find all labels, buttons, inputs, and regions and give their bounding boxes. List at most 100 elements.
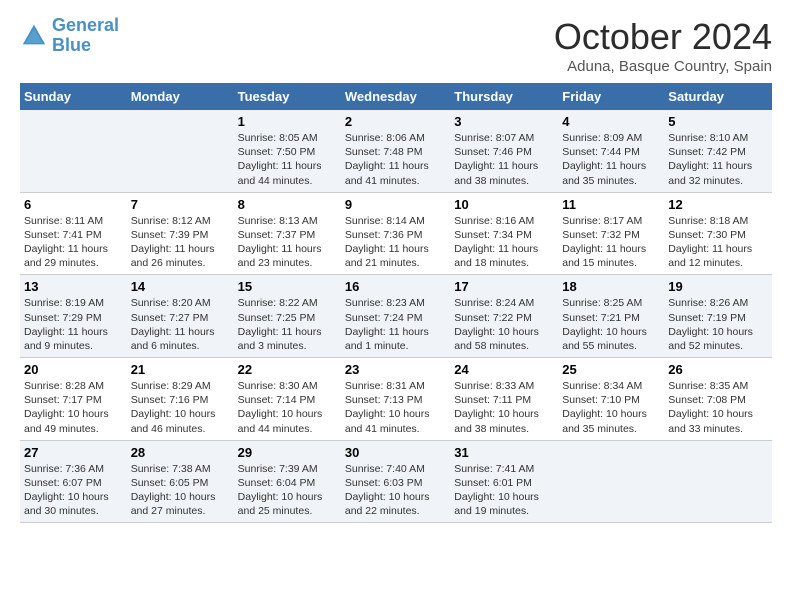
day-number: 5 xyxy=(668,114,768,129)
calendar-cell: 23 Sunrise: 8:31 AM Sunset: 7:13 PM Dayli… xyxy=(341,358,450,441)
cell-info: Sunrise: 8:12 AM Sunset: 7:39 PM Dayligh… xyxy=(131,214,230,271)
logo: General Blue xyxy=(20,16,119,56)
week-row-3: 13 Sunrise: 8:19 AM Sunset: 7:29 PM Dayli… xyxy=(20,275,772,358)
cell-info: Sunrise: 8:18 AM Sunset: 7:30 PM Dayligh… xyxy=(668,214,768,271)
day-number: 4 xyxy=(562,114,660,129)
calendar-cell: 31 Sunrise: 7:41 AM Sunset: 6:01 PM Dayli… xyxy=(450,440,558,523)
cell-info: Sunrise: 8:33 AM Sunset: 7:11 PM Dayligh… xyxy=(454,379,554,436)
day-header-thursday: Thursday xyxy=(450,83,558,110)
day-number: 13 xyxy=(24,279,123,294)
day-number: 8 xyxy=(238,197,337,212)
day-header-sunday: Sunday xyxy=(20,83,127,110)
day-number: 12 xyxy=(668,197,768,212)
calendar-cell: 10 Sunrise: 8:16 AM Sunset: 7:34 PM Dayli… xyxy=(450,192,558,275)
cell-info: Sunrise: 8:24 AM Sunset: 7:22 PM Dayligh… xyxy=(454,296,554,353)
calendar-cell: 17 Sunrise: 8:24 AM Sunset: 7:22 PM Dayli… xyxy=(450,275,558,358)
cell-info: Sunrise: 8:26 AM Sunset: 7:19 PM Dayligh… xyxy=(668,296,768,353)
cell-info: Sunrise: 8:19 AM Sunset: 7:29 PM Dayligh… xyxy=(24,296,123,353)
cell-info: Sunrise: 8:30 AM Sunset: 7:14 PM Dayligh… xyxy=(238,379,337,436)
calendar-cell: 21 Sunrise: 8:29 AM Sunset: 7:16 PM Dayli… xyxy=(127,358,234,441)
day-number: 26 xyxy=(668,362,768,377)
day-number: 29 xyxy=(238,445,337,460)
day-number: 21 xyxy=(131,362,230,377)
calendar-cell: 8 Sunrise: 8:13 AM Sunset: 7:37 PM Daylig… xyxy=(234,192,341,275)
day-number: 22 xyxy=(238,362,337,377)
day-number: 9 xyxy=(345,197,446,212)
calendar-cell: 22 Sunrise: 8:30 AM Sunset: 7:14 PM Dayli… xyxy=(234,358,341,441)
cell-info: Sunrise: 8:22 AM Sunset: 7:25 PM Dayligh… xyxy=(238,296,337,353)
day-number: 27 xyxy=(24,445,123,460)
day-number: 25 xyxy=(562,362,660,377)
calendar-cell: 1 Sunrise: 8:05 AM Sunset: 7:50 PM Daylig… xyxy=(234,110,341,192)
page-header: General Blue October 2024 Aduna, Basque … xyxy=(20,16,772,75)
day-number: 7 xyxy=(131,197,230,212)
day-number: 2 xyxy=(345,114,446,129)
cell-info: Sunrise: 8:20 AM Sunset: 7:27 PM Dayligh… xyxy=(131,296,230,353)
day-number: 1 xyxy=(238,114,337,129)
calendar-cell: 25 Sunrise: 8:34 AM Sunset: 7:10 PM Dayli… xyxy=(558,358,664,441)
day-number: 6 xyxy=(24,197,123,212)
logo-text: General Blue xyxy=(52,16,119,56)
cell-info: Sunrise: 8:10 AM Sunset: 7:42 PM Dayligh… xyxy=(668,131,768,188)
week-row-1: 1 Sunrise: 8:05 AM Sunset: 7:50 PM Daylig… xyxy=(20,110,772,192)
calendar-cell: 11Sunrise: 8:17 AM Sunset: 7:32 PM Dayli… xyxy=(558,192,664,275)
calendar-cell: 7 Sunrise: 8:12 AM Sunset: 7:39 PM Daylig… xyxy=(127,192,234,275)
calendar-cell: 30 Sunrise: 7:40 AM Sunset: 6:03 PM Dayli… xyxy=(341,440,450,523)
day-number: 14 xyxy=(131,279,230,294)
calendar-cell: 15 Sunrise: 8:22 AM Sunset: 7:25 PM Dayli… xyxy=(234,275,341,358)
calendar-cell: 26Sunrise: 8:35 AM Sunset: 7:08 PM Dayli… xyxy=(664,358,772,441)
location: Aduna, Basque Country, Spain xyxy=(554,58,772,75)
day-number: 23 xyxy=(345,362,446,377)
calendar-cell: 18Sunrise: 8:25 AM Sunset: 7:21 PM Dayli… xyxy=(558,275,664,358)
cell-info: Sunrise: 8:05 AM Sunset: 7:50 PM Dayligh… xyxy=(238,131,337,188)
calendar-cell xyxy=(558,440,664,523)
day-header-monday: Monday xyxy=(127,83,234,110)
cell-info: Sunrise: 8:11 AM Sunset: 7:41 PM Dayligh… xyxy=(24,214,123,271)
calendar-cell: 4 Sunrise: 8:09 AM Sunset: 7:44 PM Daylig… xyxy=(558,110,664,192)
day-header-saturday: Saturday xyxy=(664,83,772,110)
cell-info: Sunrise: 8:06 AM Sunset: 7:48 PM Dayligh… xyxy=(345,131,446,188)
calendar-cell: 12 Sunrise: 8:18 AM Sunset: 7:30 PM Dayli… xyxy=(664,192,772,275)
cell-info: Sunrise: 8:07 AM Sunset: 7:46 PM Dayligh… xyxy=(454,131,554,188)
cell-info: Sunrise: 7:39 AM Sunset: 6:04 PM Dayligh… xyxy=(238,462,337,519)
day-number: 17 xyxy=(454,279,554,294)
cell-info: Sunrise: 8:09 AM Sunset: 7:44 PM Dayligh… xyxy=(562,131,660,188)
cell-info: Sunrise: 8:13 AM Sunset: 7:37 PM Dayligh… xyxy=(238,214,337,271)
calendar-cell: 27 Sunrise: 7:36 AM Sunset: 6:07 PM Dayli… xyxy=(20,440,127,523)
week-row-2: 6 Sunrise: 8:11 AM Sunset: 7:41 PM Daylig… xyxy=(20,192,772,275)
day-number: 3 xyxy=(454,114,554,129)
day-number: 15 xyxy=(238,279,337,294)
week-row-4: 20 Sunrise: 8:28 AM Sunset: 7:17 PM Dayli… xyxy=(20,358,772,441)
day-number: 10 xyxy=(454,197,554,212)
month-title: October 2024 xyxy=(554,16,772,58)
day-number: 24 xyxy=(454,362,554,377)
cell-info: Sunrise: 8:28 AM Sunset: 7:17 PM Dayligh… xyxy=(24,379,123,436)
day-number: 20 xyxy=(24,362,123,377)
cell-info: Sunrise: 8:16 AM Sunset: 7:34 PM Dayligh… xyxy=(454,214,554,271)
day-number: 18 xyxy=(562,279,660,294)
cell-info: Sunrise: 8:34 AM Sunset: 7:10 PM Dayligh… xyxy=(562,379,660,436)
day-number: 28 xyxy=(131,445,230,460)
cell-info: Sunrise: 8:14 AM Sunset: 7:36 PM Dayligh… xyxy=(345,214,446,271)
calendar-cell: 20 Sunrise: 8:28 AM Sunset: 7:17 PM Dayli… xyxy=(20,358,127,441)
day-number: 30 xyxy=(345,445,446,460)
cell-info: Sunrise: 7:38 AM Sunset: 6:05 PM Dayligh… xyxy=(131,462,230,519)
calendar-cell xyxy=(664,440,772,523)
week-row-5: 27 Sunrise: 7:36 AM Sunset: 6:07 PM Dayli… xyxy=(20,440,772,523)
cell-info: Sunrise: 7:41 AM Sunset: 6:01 PM Dayligh… xyxy=(454,462,554,519)
title-block: October 2024 Aduna, Basque Country, Spai… xyxy=(554,16,772,75)
day-header-wednesday: Wednesday xyxy=(341,83,450,110)
calendar-cell: 29 Sunrise: 7:39 AM Sunset: 6:04 PM Dayli… xyxy=(234,440,341,523)
day-number: 31 xyxy=(454,445,554,460)
cell-info: Sunrise: 8:29 AM Sunset: 7:16 PM Dayligh… xyxy=(131,379,230,436)
cell-info: Sunrise: 8:31 AM Sunset: 7:13 PM Dayligh… xyxy=(345,379,446,436)
calendar-cell: 28 Sunrise: 7:38 AM Sunset: 6:05 PM Dayli… xyxy=(127,440,234,523)
cell-info: Sunrise: 7:40 AM Sunset: 6:03 PM Dayligh… xyxy=(345,462,446,519)
cell-info: Sunrise: 7:36 AM Sunset: 6:07 PM Dayligh… xyxy=(24,462,123,519)
calendar-cell: 14 Sunrise: 8:20 AM Sunset: 7:27 PM Dayli… xyxy=(127,275,234,358)
calendar-cell xyxy=(20,110,127,192)
calendar-cell: 13 Sunrise: 8:19 AM Sunset: 7:29 PM Dayli… xyxy=(20,275,127,358)
calendar-cell xyxy=(127,110,234,192)
calendar-cell: 5 Sunrise: 8:10 AM Sunset: 7:42 PM Daylig… xyxy=(664,110,772,192)
cell-info: Sunrise: 8:23 AM Sunset: 7:24 PM Dayligh… xyxy=(345,296,446,353)
